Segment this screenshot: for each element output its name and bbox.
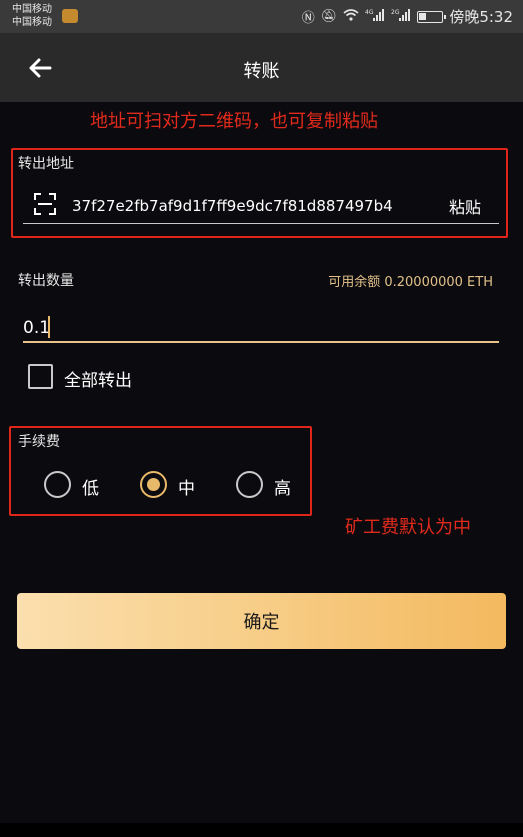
confirm-button[interactable]: 确定 — [17, 593, 506, 649]
signal-icon-1: 4G — [365, 8, 385, 26]
amount-label: 转出数量 — [18, 273, 74, 289]
available-balance: 可用余额 0.20000000 ETH — [328, 275, 493, 290]
address-underline — [23, 223, 499, 224]
mute-icon: 🔕︎ — [320, 9, 338, 24]
scan-button[interactable] — [33, 192, 57, 216]
fee-radio-low[interactable] — [44, 471, 71, 498]
address-highlight-box — [11, 148, 508, 238]
carrier-2: 中国移动 — [12, 17, 52, 28]
address-annotation: 地址可扫对方二维码，也可复制粘贴 — [90, 111, 378, 132]
bottom-edge — [0, 823, 523, 837]
amount-input[interactable] — [23, 314, 499, 342]
carrier-1: 中国移动 — [12, 4, 52, 15]
scan-icon — [34, 193, 56, 215]
address-input[interactable]: 37f27e2fb7af9d1f7ff9e9dc7f81d887497b4 — [72, 197, 437, 221]
svg-text:4G: 4G — [365, 9, 374, 16]
nav-bar: 转账 — [0, 33, 523, 102]
nfc-icon: Ⓝ — [301, 11, 315, 26]
page-title: 转账 — [243, 61, 280, 82]
text-cursor — [48, 316, 50, 338]
status-bar: 中国移动 中国移动 Ⓝ 🔕︎ 4G 2G 傍晚5:32 — [0, 0, 523, 33]
status-icons: Ⓝ 🔕︎ 4G 2G 傍晚5:32 — [302, 0, 513, 33]
battery-icon — [417, 10, 447, 23]
fee-radio-high[interactable] — [236, 471, 263, 498]
paste-button[interactable]: 粘贴 — [449, 194, 481, 218]
svg-text:2G: 2G — [391, 9, 400, 16]
fee-radio-medium[interactable] — [140, 471, 167, 498]
status-time: 傍晚5:32 — [449, 8, 513, 26]
amount-underline — [23, 341, 499, 343]
fee-label-medium[interactable]: 中 — [178, 474, 195, 499]
fee-label-high[interactable]: 高 — [274, 474, 291, 499]
wifi-icon — [343, 8, 359, 25]
address-label: 转出地址 — [18, 156, 74, 172]
fee-label: 手续费 — [18, 434, 60, 450]
fee-annotation: 矿工费默认为中 — [345, 517, 471, 538]
transfer-all-label[interactable]: 全部转出 — [64, 366, 132, 391]
fee-label-low[interactable]: 低 — [82, 474, 99, 499]
transfer-all-checkbox[interactable] — [28, 364, 53, 389]
signal-icon-2: 2G — [391, 8, 411, 26]
app-notification-icon — [62, 9, 78, 23]
